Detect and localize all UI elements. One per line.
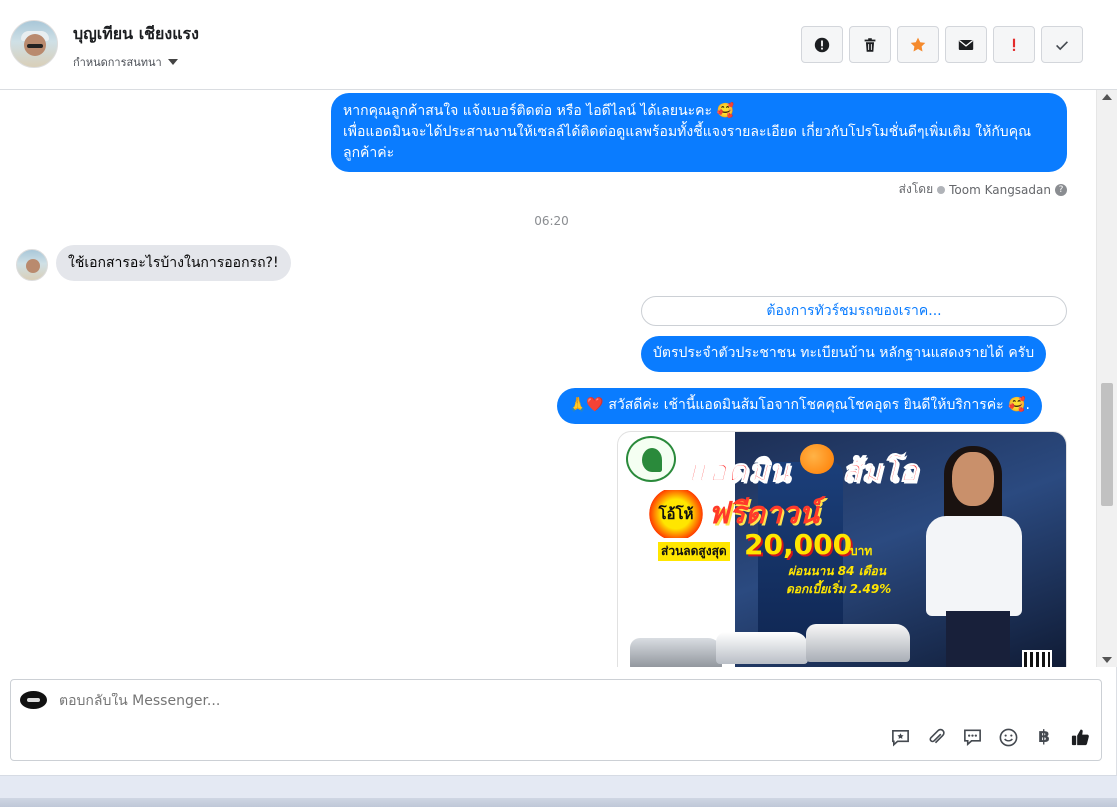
trash-icon [864, 37, 876, 52]
outgoing-message[interactable]: 🙏❤️ สวัสดีค่ะ เช้านี้แอดมินส้มโอจากโชคคุ… [557, 388, 1042, 424]
like-icon [1071, 729, 1089, 745]
mark-unread-button[interactable] [945, 26, 987, 63]
incoming-message[interactable]: ใช้เอกสารอะไรบ้างในการออกรถ?! [56, 245, 291, 281]
help-icon[interactable]: ? [1055, 183, 1067, 196]
sent-by-info: ส่งโดย Toom Kangsadan ? [899, 180, 1067, 199]
mark-spam-button[interactable] [801, 26, 843, 63]
sent-by-label: ส่งโดย [898, 182, 934, 196]
promo-hot-badge: โอ้โห้ [648, 490, 704, 538]
car-image [716, 632, 808, 664]
taskbar-edge [0, 775, 1117, 807]
like-button[interactable] [1069, 726, 1091, 748]
promo-title-2: ส้มโอ [841, 454, 919, 490]
delete-button[interactable] [849, 26, 891, 63]
car-image [630, 638, 722, 667]
baht-icon: ฿ [1038, 727, 1050, 747]
promo-image[interactable]: แอดมิน ส้มโอ โอ้โห้ ฟรีดาวน์ ส่วนลดสูงสุ… [617, 431, 1067, 667]
orange-icon [800, 444, 834, 474]
scroll-down-icon[interactable] [1102, 657, 1112, 663]
caret-down-icon [167, 59, 178, 65]
star-icon [910, 37, 926, 51]
page-avatar [20, 691, 47, 709]
car-image [806, 624, 910, 662]
important-icon [1012, 38, 1016, 51]
dealer-logo [626, 436, 676, 482]
composer-toolbar: ฿ [889, 726, 1091, 748]
saved-reply-button[interactable] [889, 726, 911, 748]
emoji-icon [999, 728, 1017, 746]
done-icon [1056, 40, 1068, 50]
chat-templates-button[interactable] [961, 726, 983, 748]
contact-avatar[interactable] [10, 20, 58, 68]
message-line: หากคุณลูกค้าสนใจ แจ้งเบอร์ติดต่อ หรือ ไอ… [343, 103, 734, 119]
payment-button[interactable]: ฿ [1033, 726, 1055, 748]
promo-title: แอดมิน [687, 454, 791, 490]
message-thread[interactable]: หากคุณลูกค้าสนใจ แจ้งเบอร์ติดต่อ หรือ ไอ… [0, 90, 1096, 667]
promo-model-photo [918, 446, 1028, 667]
promo-installment: ผ่อนนาน 84 เดือน [788, 564, 886, 578]
reply-composer: ฿ [10, 679, 1102, 761]
assign-conversation-label: กำหนดการสนทนา [73, 56, 162, 69]
promo-amount: 20,000 [744, 528, 853, 561]
header-actions [801, 26, 1083, 63]
outgoing-message[interactable]: หากคุณลูกค้าสนใจ แจ้งเบอร์ติดต่อ หรือ ไอ… [331, 93, 1067, 172]
sender-avatar[interactable] [16, 249, 48, 281]
attach-file-button[interactable] [925, 726, 947, 748]
assign-conversation-dropdown[interactable]: กำหนดการสนทนา [73, 53, 178, 71]
scroll-thumb[interactable] [1101, 383, 1113, 506]
spam-icon [814, 37, 830, 52]
reply-input[interactable] [59, 693, 859, 709]
emoji-button[interactable] [997, 726, 1019, 748]
message-timestamp: 06:20 [534, 214, 569, 228]
attachment-icon [929, 728, 945, 743]
message-line: เพื่อแอดมินจะได้ประสานงานให้เซลล์ได้ติดต… [343, 124, 1032, 161]
chat-bubbles-icon [963, 729, 981, 746]
promo-discount-label: ส่วนลดสูงสุด [658, 542, 730, 561]
mark-important-button[interactable] [993, 26, 1035, 63]
saved-reply-icon [891, 729, 909, 746]
verified-icon [937, 185, 946, 194]
promo-interest: ดอกเบี้ยเริ่ม 2.49% [786, 582, 892, 596]
conversation-header: บุญเทียน เชียงแรง กำหนดการสนทนา [0, 0, 1117, 90]
promo-currency: บาท [850, 544, 873, 558]
contact-name[interactable]: บุญเทียน เชียงแรง [73, 22, 199, 47]
outgoing-message[interactable]: บัตรประจำตัวประชาชน ทะเบียนบ้าน หลักฐานแ… [641, 336, 1047, 372]
star-button[interactable] [897, 26, 939, 63]
qr-code [1022, 650, 1052, 667]
scroll-up-icon[interactable] [1102, 94, 1112, 100]
sent-by-name[interactable]: Toom Kangsadan [949, 183, 1051, 197]
thread-scrollbar[interactable] [1096, 90, 1117, 667]
quick-reply-chip[interactable]: ต้องการทัวร์ชมรถของเราค... [641, 296, 1067, 326]
mail-icon [958, 39, 974, 50]
mark-done-button[interactable] [1041, 26, 1083, 63]
inbox-window: บุญเทียน เชียงแรง กำหนดการสนทนา หากคุณลู… [0, 0, 1117, 775]
